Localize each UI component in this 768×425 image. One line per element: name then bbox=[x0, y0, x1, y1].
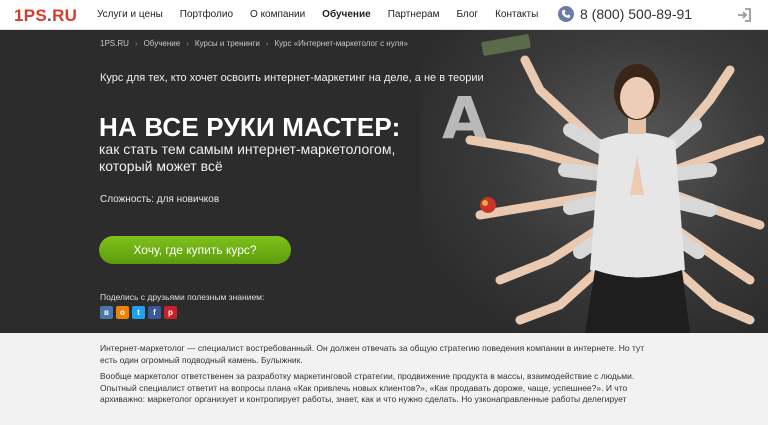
phone-icon[interactable] bbox=[558, 6, 574, 22]
breadcrumb-separator: › bbox=[186, 39, 189, 48]
twitter-icon[interactable]: t bbox=[132, 306, 145, 319]
nav-item-education[interactable]: Обучение bbox=[322, 9, 371, 20]
difficulty-label: Сложность: для новичков bbox=[100, 194, 220, 205]
facebook-icon[interactable]: f bbox=[148, 306, 161, 319]
nav-item-contacts[interactable]: Контакты bbox=[495, 9, 538, 20]
breadcrumb-home[interactable]: 1PS.RU bbox=[100, 39, 129, 48]
logo[interactable]: 1PS.RU bbox=[14, 6, 77, 26]
nav-item-portfolio[interactable]: Портфолио bbox=[180, 9, 233, 20]
nav-item-blog[interactable]: Блог bbox=[456, 9, 478, 20]
breadcrumb-separator: › bbox=[265, 39, 269, 48]
hero-tagline: Курс для тех, кто хочет освоить интернет… bbox=[100, 72, 484, 84]
vk-icon[interactable]: в bbox=[100, 306, 113, 319]
site-header: 1PS.RU Услуги и цены Портфолио О компани… bbox=[0, 0, 768, 30]
phone-number[interactable]: 8 (800) 500-89-91 bbox=[580, 6, 692, 22]
login-icon[interactable] bbox=[736, 7, 752, 23]
buy-course-button[interactable]: Хочу, где купить курс? bbox=[99, 236, 291, 264]
article-content: Интернет-маркетолог — специалист востреб… bbox=[100, 343, 660, 411]
nav-item-partners[interactable]: Партнерам bbox=[388, 9, 440, 20]
main-nav: Услуги и цены Портфолио О компании Обуче… bbox=[97, 9, 555, 20]
nav-item-services[interactable]: Услуги и цены bbox=[97, 9, 163, 20]
page-title: НА ВСЕ РУКИ МАСТЕР: bbox=[99, 112, 401, 142]
breadcrumb-current: Курс «Интернет-маркетолог с нуля» bbox=[274, 39, 408, 48]
breadcrumb-education[interactable]: Обучение bbox=[144, 39, 181, 48]
hero-banner: A 1PS.RU › Обучение › Курсы и тренинги ›… bbox=[0, 30, 768, 333]
article-paragraph: Интернет-маркетолог — специалист востреб… bbox=[100, 343, 645, 365]
ok-icon[interactable]: о bbox=[116, 306, 129, 319]
pinterest-icon[interactable]: p bbox=[164, 306, 177, 319]
share-label: Поделись с друзьями полезным знанием: bbox=[100, 292, 265, 302]
breadcrumb-courses[interactable]: Курсы и тренинги bbox=[195, 39, 260, 48]
nav-item-about[interactable]: О компании bbox=[250, 9, 305, 20]
article-paragraph: Вообще маркетолог ответственен за разраб… bbox=[100, 371, 635, 404]
breadcrumb: 1PS.RU › Обучение › Курсы и тренинги › К… bbox=[100, 39, 414, 48]
page-subtitle: как стать тем самым интернет-маркетолого… bbox=[99, 141, 396, 174]
breadcrumb-separator: › bbox=[134, 39, 138, 48]
share-buttons: в о t f p bbox=[100, 306, 180, 319]
